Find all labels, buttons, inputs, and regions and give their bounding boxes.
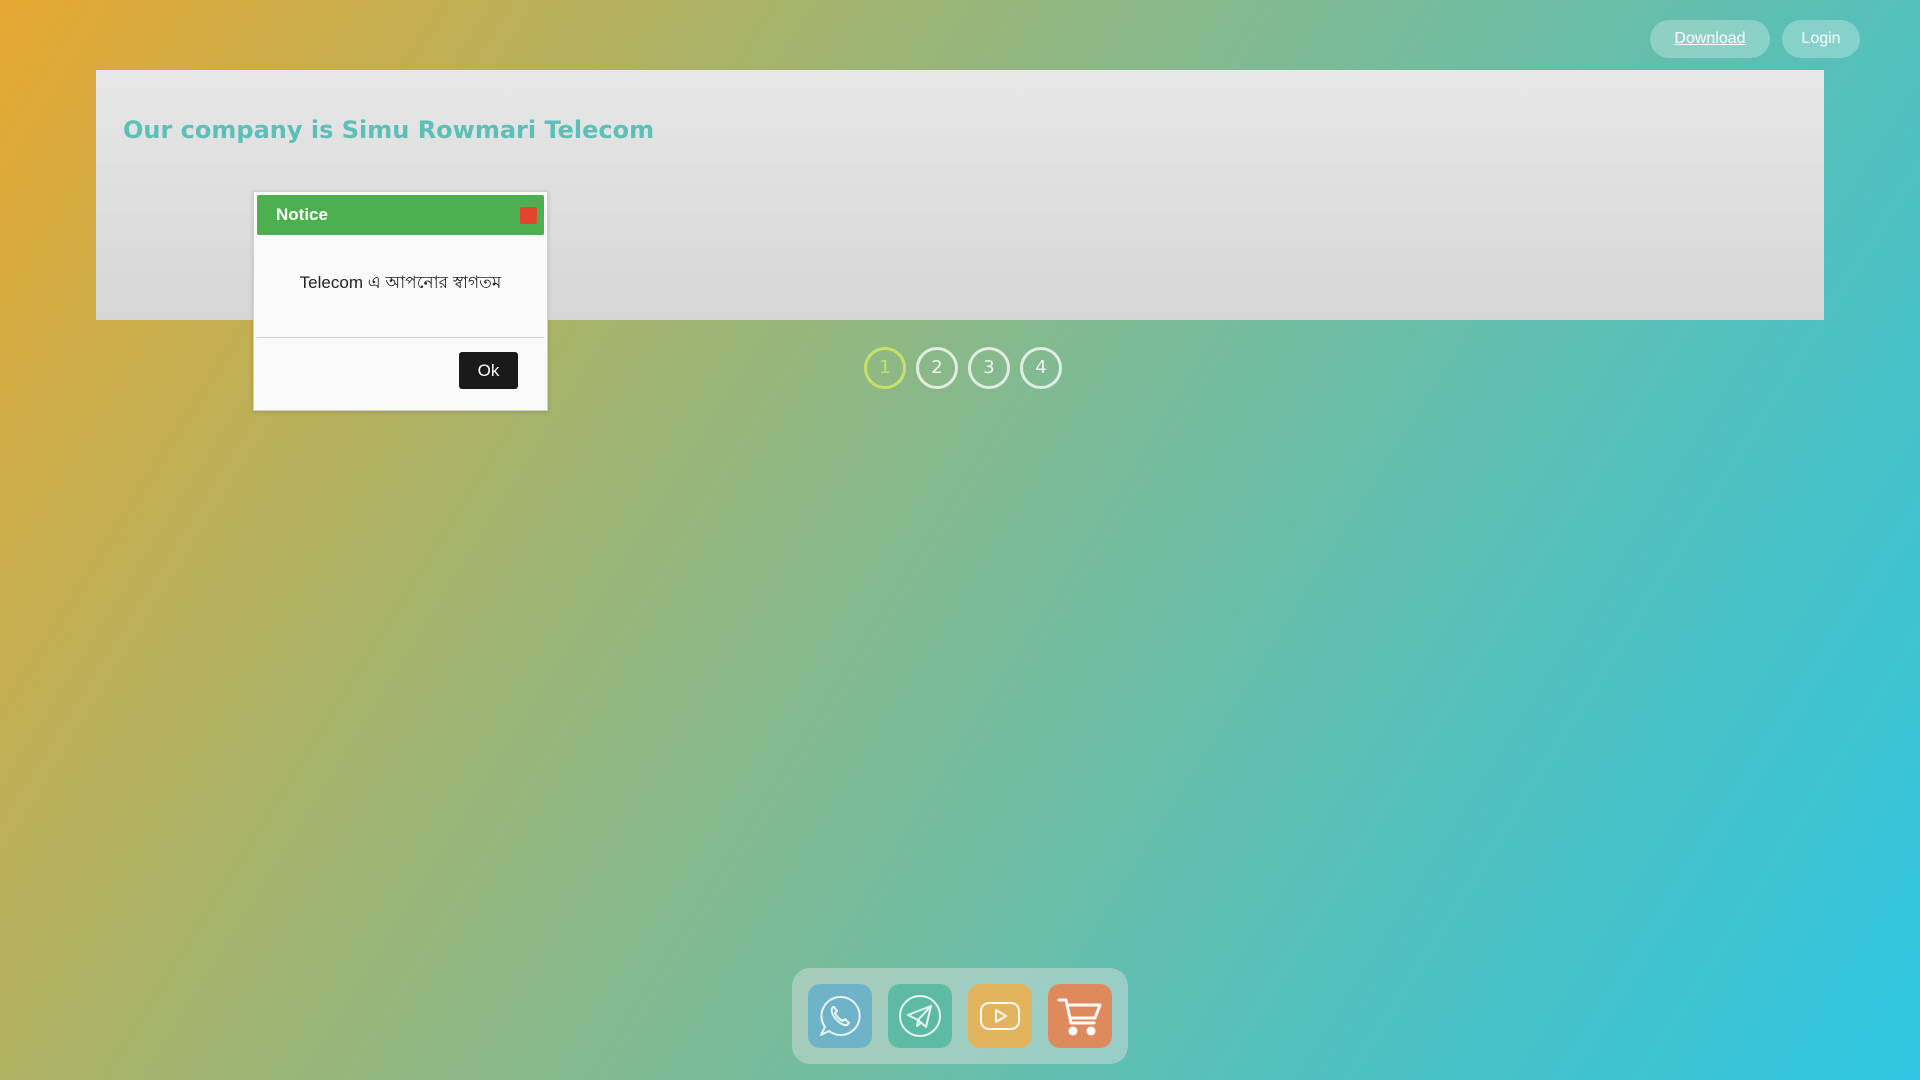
youtube-icon [980, 1002, 1020, 1030]
shop-button[interactable] [1048, 984, 1112, 1048]
whatsapp-icon [820, 995, 861, 1036]
close-icon[interactable] [520, 207, 537, 224]
dialog-message: Telecom এ আপনোর স্বাগতম [299, 273, 502, 292]
banner-title: Our company is Simu Rowmari Telecom [123, 116, 655, 144]
shopping-cart-icon [1057, 998, 1102, 1036]
download-button[interactable]: Download [1650, 20, 1770, 58]
dialog-header: Notice [257, 195, 544, 235]
slider-dot-4[interactable]: 4 [1020, 347, 1062, 389]
login-button[interactable]: Login [1782, 20, 1860, 58]
slider-dot-1[interactable]: 1 [864, 347, 906, 389]
dialog-divider [257, 337, 544, 338]
social-dock [792, 968, 1128, 1064]
slider-pagination: 1 2 3 4 [864, 347, 1062, 389]
whatsapp-button[interactable] [808, 984, 872, 1048]
slider-dot-3[interactable]: 3 [968, 347, 1010, 389]
telegram-button[interactable] [888, 984, 952, 1048]
telegram-icon [899, 995, 941, 1037]
slider-dot-2[interactable]: 2 [916, 347, 958, 389]
dialog-title: Notice [276, 205, 328, 224]
ok-button[interactable]: Ok [459, 352, 518, 389]
notice-dialog: Notice Telecom এ আপনোর স্বাগতম Ok [253, 191, 548, 411]
youtube-button[interactable] [968, 984, 1032, 1048]
